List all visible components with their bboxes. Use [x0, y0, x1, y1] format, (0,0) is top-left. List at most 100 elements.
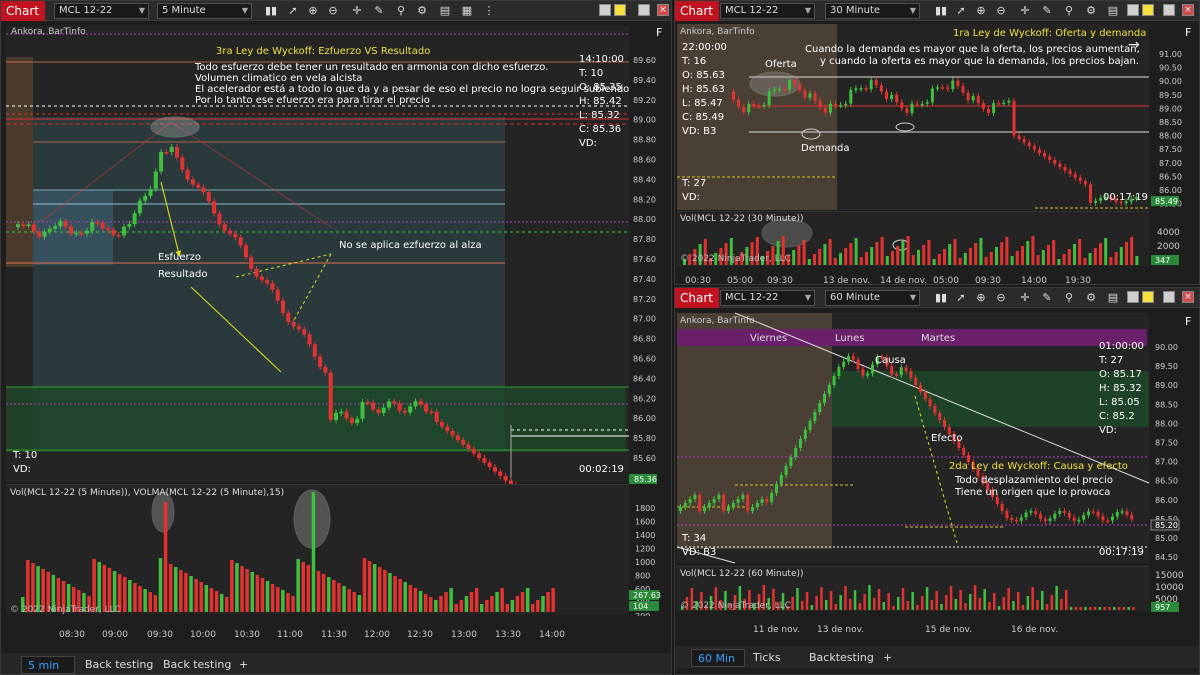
time-tick: 10:30 [234, 630, 260, 640]
time-tick: 05:00 [727, 276, 753, 285]
crosshair-icon[interactable]: ✛ [1017, 3, 1033, 19]
zoom-in-icon[interactable]: ⊕ [973, 3, 989, 19]
timeframe-value: 60 Minute [830, 292, 881, 303]
instrument-value: MCL 12-22 [725, 5, 779, 16]
bars-icon[interactable]: ▮▮ [263, 3, 279, 19]
zoom-in-icon[interactable]: ⊕ [305, 3, 321, 19]
add-tab-button[interactable]: + [877, 649, 898, 667]
maximize-button[interactable] [1163, 291, 1175, 303]
pointer-icon[interactable]: ➚ [953, 290, 969, 306]
indicators-icon[interactable]: ⚲ [393, 3, 409, 19]
properties-icon[interactable]: ▤ [437, 3, 453, 19]
timeframe-select[interactable]: 60 Minute ▼ [825, 290, 920, 306]
instrument-select[interactable]: MCL 12-22 ▼ [720, 3, 815, 19]
volume-bar [1088, 253, 1092, 265]
volume-bar [1113, 607, 1116, 610]
source-label: Ankora, BarTinfo [11, 27, 86, 37]
properties-icon[interactable]: ▤ [1105, 3, 1121, 19]
candle [434, 411, 439, 422]
price-panel[interactable]: Viernes Lunes Martes Causa Efecto 2da Le… [675, 311, 1200, 565]
maximize-button[interactable] [1163, 4, 1175, 16]
candle [471, 449, 476, 454]
candle [981, 103, 985, 109]
info-h: H: 85.42 [579, 96, 622, 107]
label-efecto: Efecto [931, 433, 963, 444]
close-button[interactable]: × [1182, 4, 1194, 16]
zoom-out-icon[interactable]: ⊖ [993, 3, 1009, 19]
properties-icon[interactable]: ▤ [1105, 290, 1121, 306]
volume-panel[interactable]: Vol(MCL 12-22 (5 Minute)), VOLMA(MCL 12-… [1, 484, 672, 616]
volume-bar [823, 244, 827, 265]
candle [803, 90, 807, 98]
chevron-down-icon: ▼ [138, 6, 145, 15]
crosshair-icon[interactable]: ✛ [1017, 290, 1033, 306]
candle [31, 224, 36, 232]
maximize-button[interactable] [638, 4, 650, 16]
svg-text:El acelerador está a todo lo: El acelerador está a todo lo que da y a … [195, 83, 629, 95]
draw-tool-icon[interactable]: ✎ [1039, 290, 1055, 306]
zoom-in-icon[interactable]: ⊕ [973, 290, 989, 306]
volume-bar [520, 592, 525, 612]
candle [861, 368, 865, 376]
price-panel[interactable]: 1ra Ley de Wyckoff: Oferta y demanda Cua… [675, 22, 1200, 210]
bars-icon[interactable]: ▮▮ [933, 290, 949, 306]
strategy-icon[interactable]: ⚙ [414, 3, 430, 19]
expand-arrow-icon[interactable]: → [1128, 37, 1140, 53]
vd-label: VD: B3 [682, 547, 716, 558]
indicators-icon[interactable]: ⚲ [1061, 290, 1077, 306]
add-tab-button[interactable]: + [233, 656, 254, 674]
volume-bar [979, 238, 983, 265]
link-button[interactable] [1142, 4, 1154, 16]
draw-tool-icon[interactable]: ✎ [1039, 3, 1055, 19]
volume-panel[interactable]: Vol(MCL 12-22 (30 Minute)) © 2022 NinjaT… [675, 211, 1200, 267]
draw-tool-icon[interactable]: ✎ [371, 3, 387, 19]
volume-bar [1015, 251, 1019, 265]
timeframe-select[interactable]: 5 Minute ▼ [157, 3, 252, 19]
link-button[interactable] [1142, 291, 1154, 303]
timeframe-select[interactable]: 30 Minute ▼ [825, 3, 920, 19]
price-tag: 85.20 [1155, 521, 1178, 530]
volume-bar [235, 563, 239, 612]
candle [328, 372, 333, 421]
data-box-icon[interactable]: ▦ [459, 3, 475, 19]
minimize-button[interactable] [1127, 291, 1139, 303]
axis-tick: 89.40 [633, 76, 656, 85]
instrument-select[interactable]: MCL 12-22 ▼ [720, 290, 815, 306]
link-button[interactable] [614, 4, 626, 16]
strategy-icon[interactable]: ⚙ [1083, 290, 1099, 306]
volume-bar [301, 562, 305, 612]
pointer-icon[interactable]: ➚ [285, 3, 301, 19]
strategy-icon[interactable]: ⚙ [1083, 3, 1099, 19]
minimize-button[interactable] [1127, 4, 1139, 16]
chart-trader-icon[interactable]: ⋮ [481, 3, 497, 19]
axis-tick: 1800 [635, 504, 655, 513]
volume-bar [1010, 256, 1014, 265]
volume-bar [1093, 607, 1097, 610]
close-button[interactable]: × [657, 4, 669, 16]
indicators-icon[interactable]: ⚲ [1061, 3, 1077, 19]
time-tick: 12:30 [407, 630, 433, 640]
axis-tick: 88.60 [633, 156, 656, 165]
volume-bar [983, 589, 986, 610]
tab-5-min[interactable]: 5 min [21, 656, 75, 674]
tab-back-testing-2[interactable]: Back testing [157, 656, 237, 674]
candle [736, 499, 740, 503]
chevron-down-icon: ▼ [909, 6, 916, 15]
zoom-out-icon[interactable]: ⊖ [325, 3, 341, 19]
close-button[interactable]: × [1182, 291, 1194, 303]
pointer-icon[interactable]: ➚ [953, 3, 969, 19]
minimize-button[interactable] [599, 4, 611, 16]
tab-60-min[interactable]: 60 Min [691, 649, 745, 667]
tab-back-testing[interactable]: Back testing [79, 656, 159, 674]
zoom-out-icon[interactable]: ⊖ [993, 290, 1009, 306]
info-time: 14:10:00 [579, 54, 624, 65]
volume-bar [1078, 239, 1082, 265]
volume-panel[interactable]: Vol(MCL 12-22 (60 Minute)) © 2022 NinjaT… [675, 566, 1200, 612]
crosshair-icon[interactable]: ✛ [349, 3, 365, 19]
instrument-select[interactable]: MCL 12-22 ▼ [54, 3, 149, 19]
bars-icon[interactable]: ▮▮ [933, 3, 949, 19]
price-panel[interactable]: 3ra Ley de Wyckoff: Ezfuerzo VS Resultad… [1, 22, 672, 484]
tab-ticks[interactable]: Ticks [747, 649, 787, 667]
candle [1130, 514, 1134, 520]
tab-backtesting[interactable]: Backtesting [803, 649, 880, 667]
